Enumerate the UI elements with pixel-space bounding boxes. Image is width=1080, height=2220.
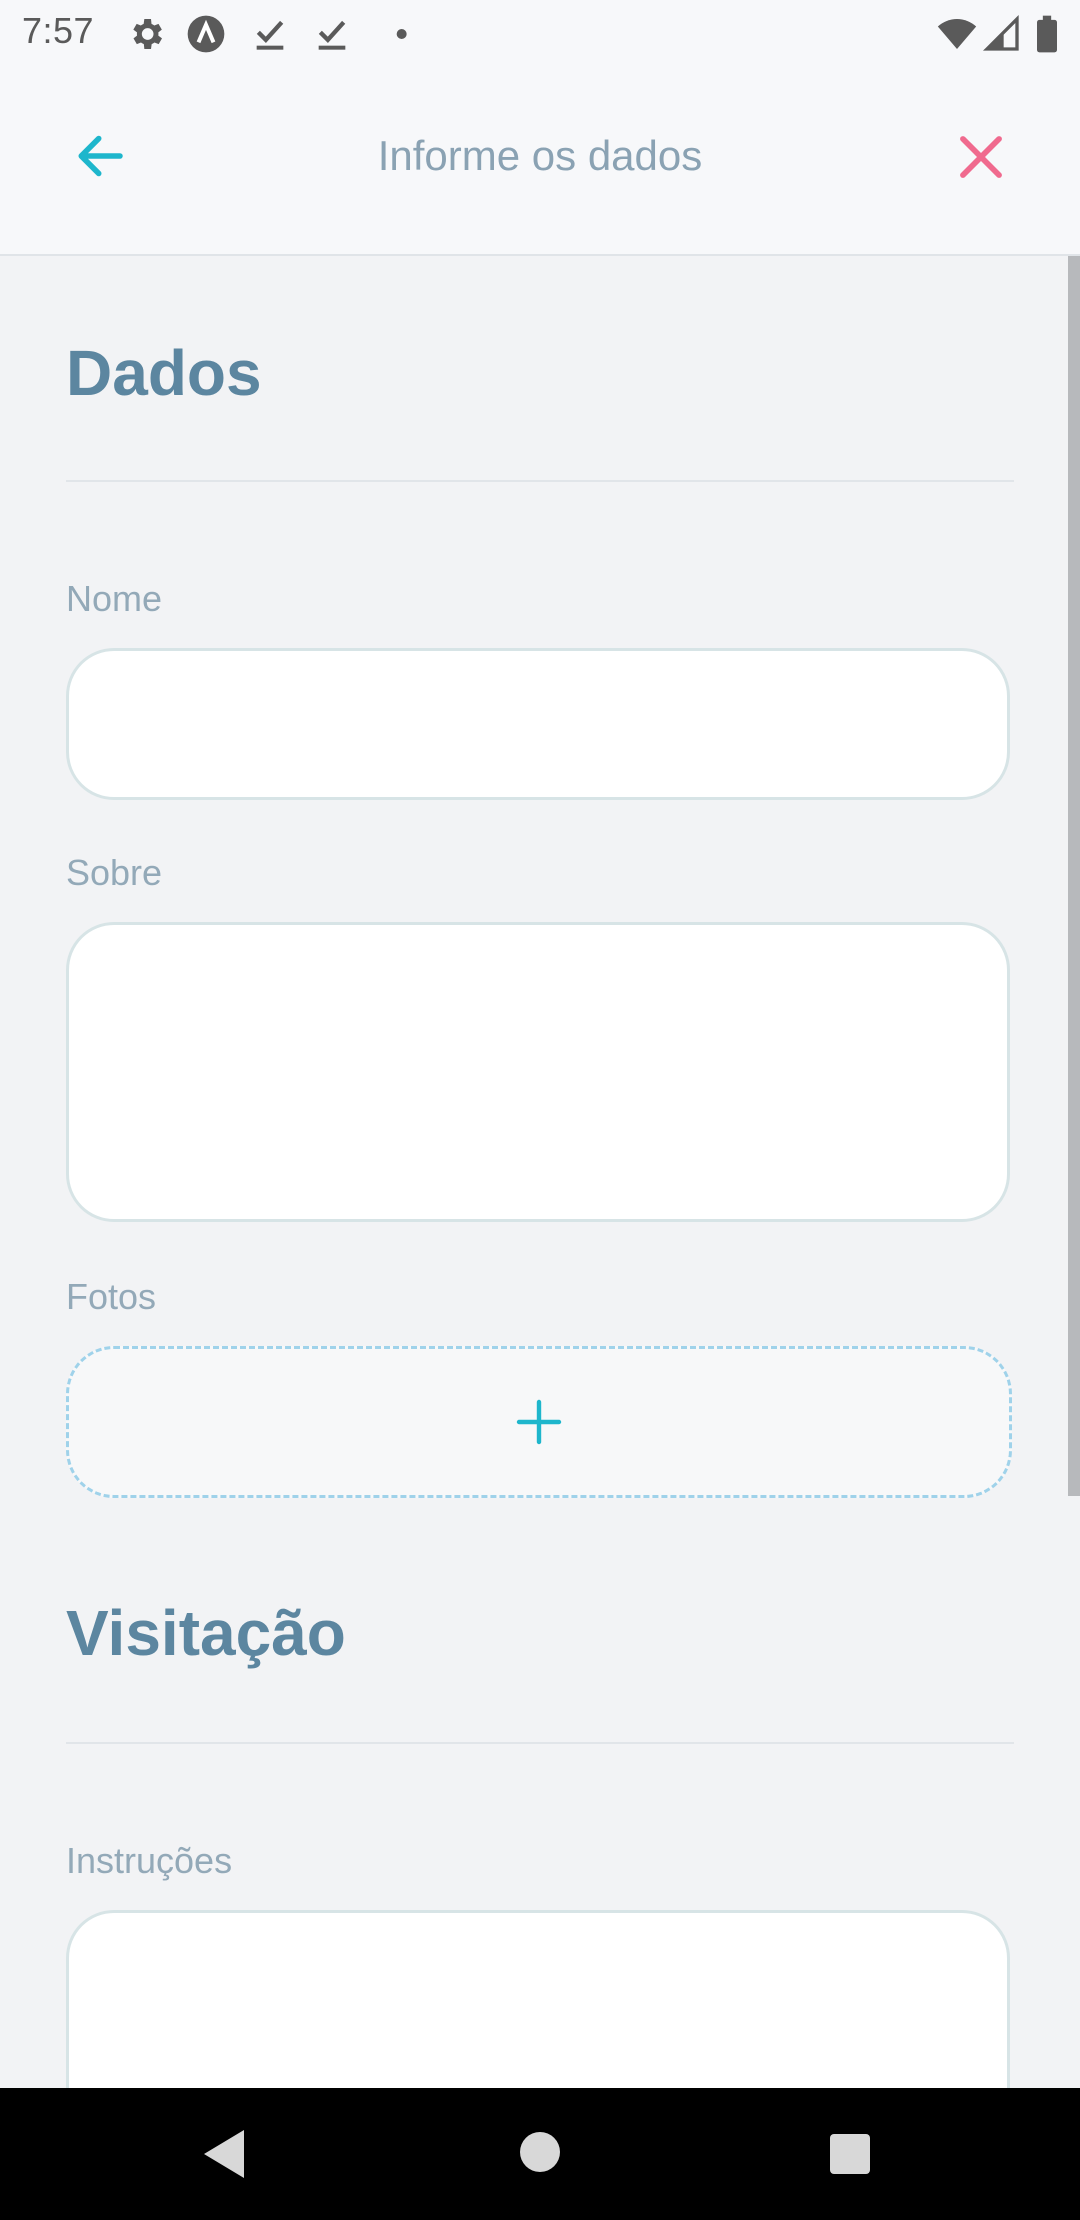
- plus-icon: [516, 1399, 562, 1445]
- sobre-textarea[interactable]: [66, 922, 1010, 1222]
- download-done-icon: [318, 20, 346, 50]
- form-content[interactable]: Dados Nome Sobre Fotos Visitação Instruç…: [0, 256, 1080, 2210]
- dot-icon: [396, 29, 407, 39]
- android-a-icon: [187, 15, 225, 53]
- fotos-label: Fotos: [66, 1276, 157, 1317]
- wifi-icon: [937, 19, 977, 49]
- battery-icon: [1037, 15, 1057, 53]
- section-title-visitacao: Visitação: [66, 1597, 346, 1669]
- recents-square-icon[interactable]: [830, 2134, 870, 2174]
- app-header: Informe os dados: [0, 66, 1080, 256]
- page-title: Informe os dados: [377, 132, 703, 179]
- instrucoes-label: Instruções: [66, 1840, 233, 1881]
- section-divider: [66, 480, 1014, 482]
- close-icon[interactable]: [950, 126, 1012, 188]
- status-bar: 7:57: [0, 0, 1080, 66]
- status-time: 7:57: [22, 10, 95, 51]
- screen: 7:57 Informe os dados Dados Nome Sobre F…: [0, 0, 1080, 2220]
- system-nav-bar: [0, 2088, 1080, 2220]
- back-triangle-icon[interactable]: [204, 2130, 244, 2178]
- scrollbar[interactable]: [1068, 256, 1080, 1496]
- cell-signal-icon: [982, 14, 1019, 51]
- sobre-label: Sobre: [66, 852, 163, 893]
- home-circle-icon[interactable]: [520, 2132, 560, 2172]
- section-divider: [66, 1742, 1014, 1744]
- gear-icon: [133, 19, 162, 49]
- section-title-dados: Dados: [66, 337, 262, 409]
- nome-label: Nome: [66, 578, 163, 619]
- nome-input[interactable]: [66, 648, 1010, 800]
- download-done-icon: [256, 20, 284, 50]
- add-photo-button[interactable]: [66, 1346, 1012, 1498]
